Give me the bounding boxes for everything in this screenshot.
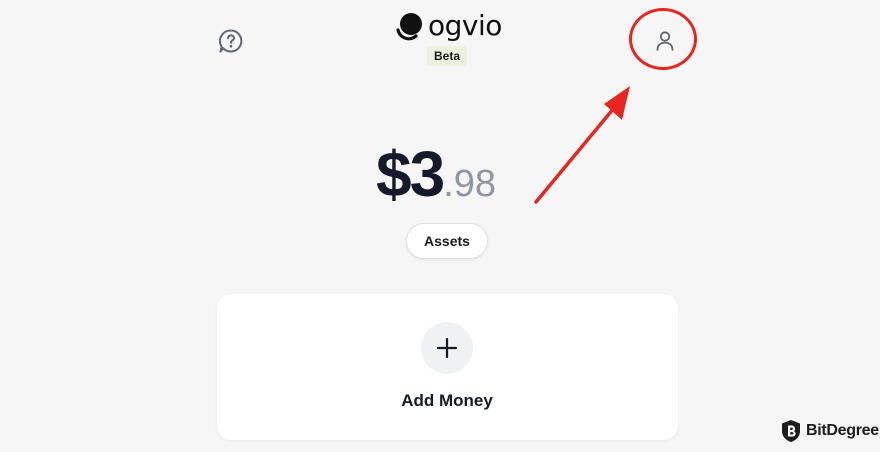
add-money-label: Add Money	[401, 391, 493, 410]
user-icon	[656, 31, 674, 51]
plus-icon	[436, 337, 458, 359]
bitdegree-watermark: BitDegree	[780, 418, 879, 444]
beta-badge: Beta	[427, 46, 467, 66]
annotation-arrow	[534, 86, 630, 204]
brand-logo: ogvio	[394, 10, 502, 42]
logo-mark-icon	[396, 13, 422, 41]
balance-cents: .98	[443, 163, 497, 205]
balance-whole: $3	[376, 138, 445, 210]
help-button[interactable]	[216, 26, 246, 56]
bitdegree-shield-icon	[782, 420, 800, 442]
add-money-button[interactable]: Add Money	[380, 320, 514, 420]
add-money-icon-circle	[421, 322, 473, 374]
logo-text: ogvio	[428, 9, 502, 42]
profile-button[interactable]	[650, 26, 680, 56]
help-chat-icon	[219, 29, 243, 53]
watermark-text: BitDegree	[806, 422, 879, 439]
balance-display: $3.98	[376, 134, 526, 214]
assets-button[interactable]: Assets	[406, 223, 488, 259]
